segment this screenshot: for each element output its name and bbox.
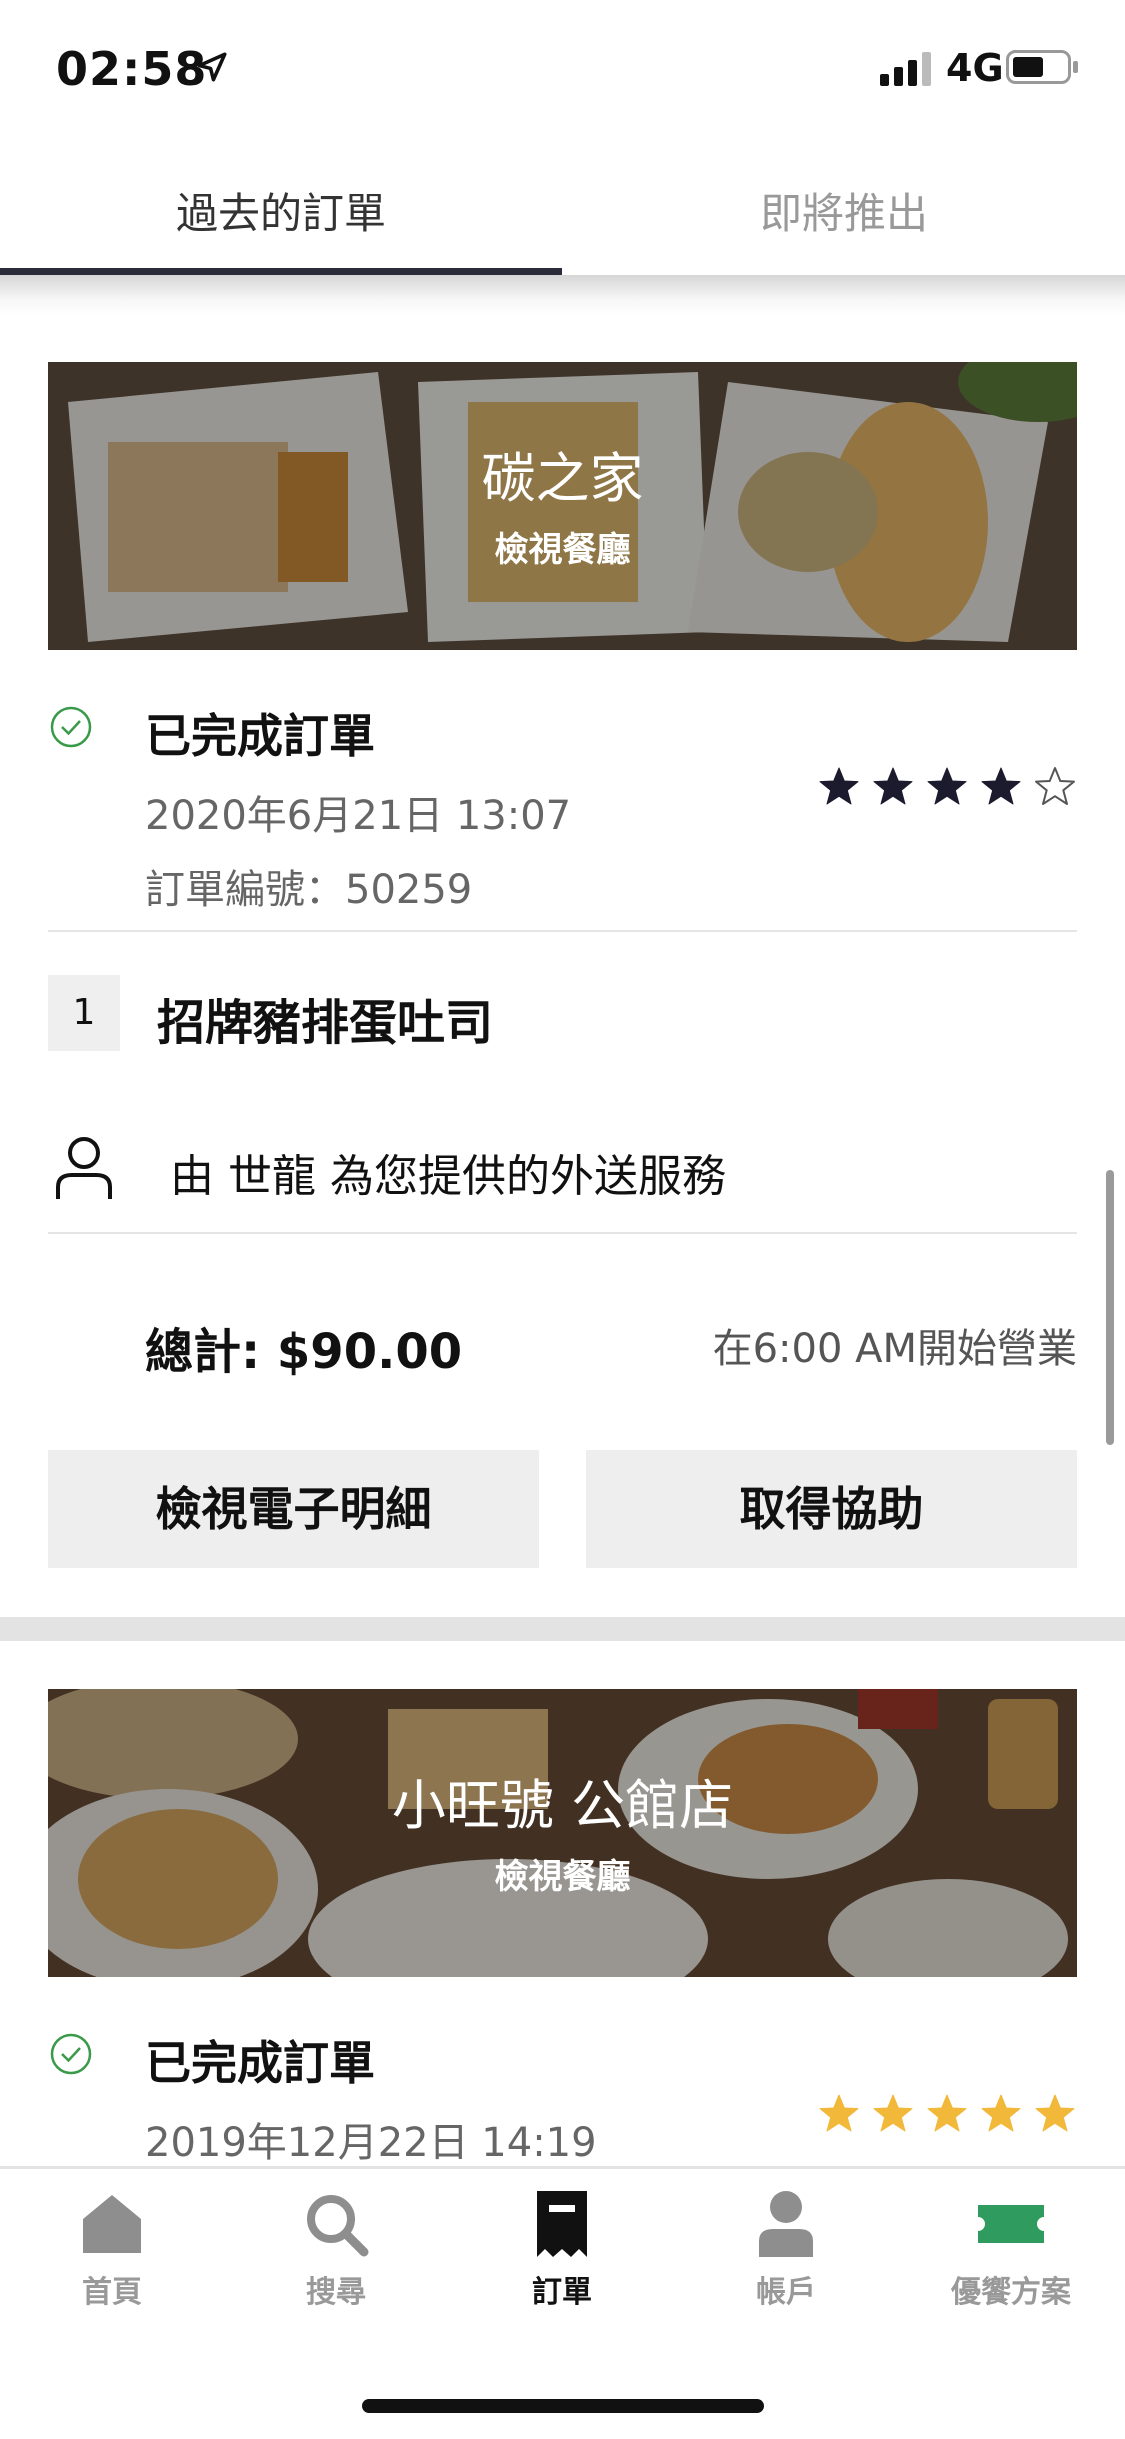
location-arrow-icon [197, 52, 227, 82]
order-datetime: 2020年6月21日 13:07 [145, 793, 572, 839]
order-separator [0, 1617, 1125, 1641]
status-bar: 02:58 4G [0, 0, 1125, 130]
star-filled-icon[interactable] [871, 2092, 915, 2136]
view-restaurant-link[interactable]: 檢視餐廳 [48, 1849, 1077, 1898]
item-quantity: 1 [48, 975, 120, 1051]
nav-label: 訂單 [532, 2275, 592, 2310]
nav-label: 帳戶 [756, 2275, 816, 2310]
order-status: 已完成訂單 [145, 709, 375, 763]
order-rating[interactable] [817, 2092, 1077, 2142]
restaurant-name: 小旺號 公館店 [391, 1774, 734, 1837]
tab-shadow [0, 275, 1125, 315]
order-number: 訂單編號：50259 [145, 867, 473, 913]
star-filled-icon[interactable] [979, 765, 1023, 809]
account-icon [759, 2191, 813, 2257]
scrollbar[interactable] [1106, 1170, 1114, 1445]
tab-past-orders[interactable]: 過去的訂單 [0, 180, 562, 241]
courier-info: 由 世龍 為您提供的外送服務 [170, 1151, 726, 1202]
order-rating[interactable] [817, 765, 1077, 815]
nav-label: 首頁 [82, 2275, 142, 2310]
order-tabs: 過去的訂單 即將推出 [0, 130, 1125, 276]
star-filled-icon[interactable] [925, 765, 969, 809]
divider [48, 1232, 1077, 1234]
nav-search[interactable]: 搜尋 [266, 2189, 406, 2311]
nav-orders[interactable]: 訂單 [492, 2189, 632, 2311]
nav-label: 優饗方案 [951, 2275, 1071, 2310]
view-restaurant-link[interactable]: 檢視餐廳 [48, 522, 1077, 571]
receipt-icon [537, 2191, 587, 2257]
star-empty-icon[interactable] [1033, 765, 1077, 809]
get-help-button[interactable]: 取得協助 [586, 1450, 1077, 1568]
star-filled-icon[interactable] [979, 2092, 1023, 2136]
signal-icon [880, 52, 931, 86]
nav-label: 搜尋 [306, 2275, 366, 2310]
view-receipt-button[interactable]: 檢視電子明細 [48, 1450, 539, 1568]
star-filled-icon[interactable] [871, 765, 915, 809]
network-type: 4G [946, 46, 1004, 90]
ticket-icon [978, 2205, 1044, 2243]
star-filled-icon[interactable] [925, 2092, 969, 2136]
status-time: 02:58 [56, 42, 208, 96]
item-name: 招牌豬排蛋吐司 [157, 995, 494, 1051]
star-filled-icon[interactable] [1033, 2092, 1077, 2136]
check-circle-icon [50, 706, 92, 748]
nav-rewards[interactable]: 優饗方案 [941, 2189, 1081, 2311]
restaurant-banner[interactable]: 小旺號 公館店 檢視餐廳 [48, 1689, 1077, 1977]
nav-home[interactable]: 首頁 [42, 2189, 182, 2311]
restaurant-name: 碳之家 [481, 447, 644, 510]
order-total: 總計: $90.00 [145, 1324, 463, 1380]
star-filled-icon[interactable] [817, 765, 861, 809]
opening-hours: 在6:00 AM開始營業 [712, 1326, 1077, 1372]
star-filled-icon[interactable] [817, 2092, 861, 2136]
divider [48, 930, 1077, 932]
home-indicator [362, 2399, 764, 2413]
order-status: 已完成訂單 [145, 2036, 375, 2090]
tab-upcoming[interactable]: 即將推出 [563, 180, 1125, 241]
person-icon [56, 1137, 112, 1199]
battery-icon [1006, 50, 1078, 84]
check-circle-icon [50, 2033, 92, 2075]
order-datetime: 2019年12月22日 14:19 [145, 2120, 597, 2166]
home-icon [83, 2195, 141, 2253]
nav-account[interactable]: 帳戶 [716, 2189, 856, 2311]
restaurant-banner[interactable]: 碳之家 檢視餐廳 [48, 362, 1077, 650]
search-icon [307, 2195, 369, 2257]
